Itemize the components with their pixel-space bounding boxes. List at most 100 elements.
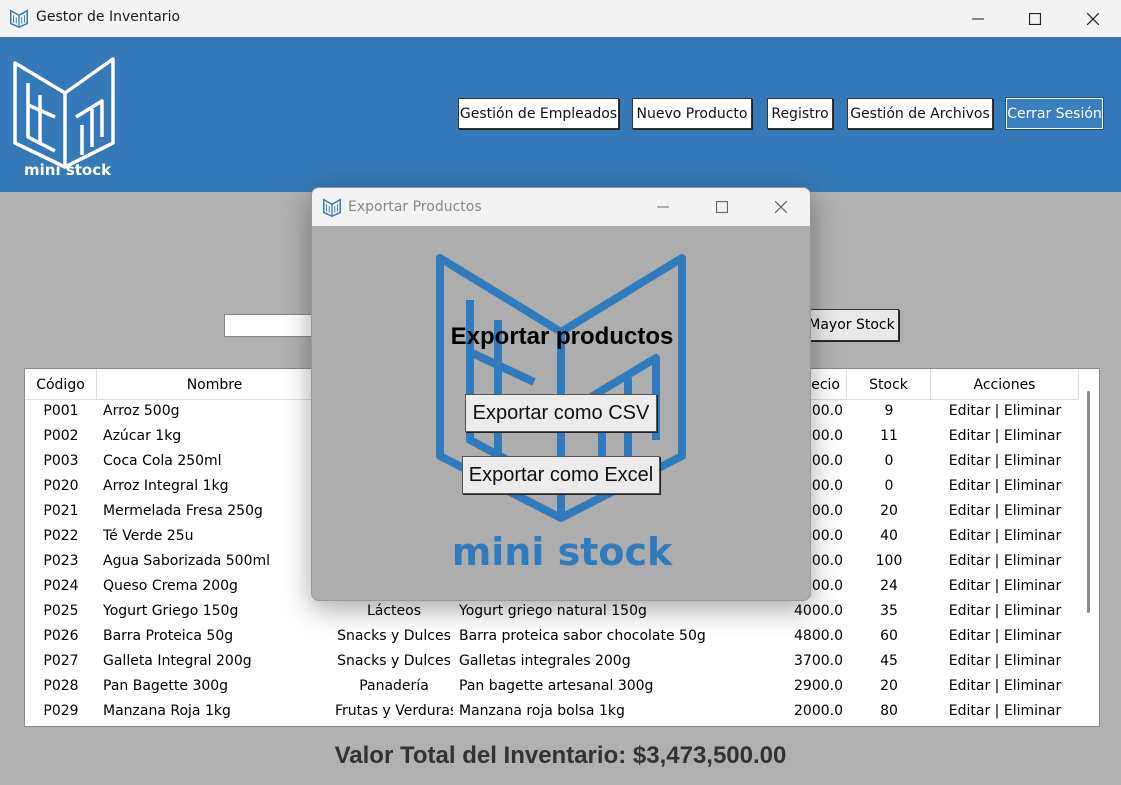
export-csv-button[interactable]: Exportar como CSV (465, 394, 657, 432)
cell-code: P025 (43, 603, 79, 619)
close-icon (775, 201, 787, 213)
cell-code: P026 (43, 628, 79, 644)
column-header-name[interactable]: Nombre (97, 369, 333, 400)
cell-name: Mermelada Fresa 250g (103, 503, 263, 519)
cell-actions[interactable]: Editar | Eliminar (931, 599, 1079, 624)
cell-code: P023 (43, 553, 79, 569)
cell-category: Panadería (359, 678, 429, 694)
cell-code: P002 (43, 428, 79, 444)
table-row[interactable]: P026 Barra Proteica 50g Snacks y Dulces Bar… (25, 624, 1079, 649)
cell-actions[interactable]: Editar | Eliminar (931, 399, 1079, 424)
column-header-actions[interactable]: Acciones (931, 369, 1079, 400)
cell-description: Pan bagette artesanal 300g (459, 678, 654, 694)
table-row[interactable]: P029 Manzana Roja 1kg Frutas y Verduras Man… (25, 699, 1079, 724)
dialog-minimize-button[interactable] (634, 188, 692, 226)
window-titlebar: Gestor de Inventario (0, 0, 1121, 37)
logout-button[interactable]: Cerrar Sesión (1005, 97, 1104, 130)
cell-actions[interactable]: Editar | Eliminar (931, 624, 1079, 649)
close-icon (1087, 12, 1099, 25)
cell-code: P020 (43, 478, 79, 494)
cell-name: Yogurt Griego 150g (103, 603, 239, 619)
table-row[interactable]: P028 Pan Bagette 300g Panadería Pan bagette… (25, 674, 1079, 699)
maximize-icon (1029, 12, 1041, 25)
scrollbar-thumb[interactable] (1087, 391, 1090, 613)
table-row[interactable]: P027 Galleta Integral 200g Snacks y Dulces… (25, 649, 1079, 674)
cell-stock: 20 (880, 678, 898, 694)
employees-button[interactable]: Gestión de Empleados (458, 98, 619, 129)
cell-actions[interactable]: Editar | Eliminar (931, 699, 1079, 724)
cell-name: Arroz Integral 1kg (103, 478, 229, 494)
cell-stock: 11 (880, 428, 898, 444)
cell-code: P029 (43, 703, 79, 719)
table-scrollbar[interactable] (1079, 369, 1099, 726)
cell-stock: 40 (880, 528, 898, 544)
sort-stock-button[interactable]: Mayor Stock (804, 309, 899, 341)
maximize-button[interactable] (1007, 0, 1063, 37)
cell-code: P003 (43, 453, 79, 469)
cell-name: Agua Saborizada 500ml (103, 553, 271, 569)
cell-description: Galletas integrales 200g (459, 653, 631, 669)
dialog-maximize-button[interactable] (693, 188, 751, 226)
dialog-title: Exportar Productos (348, 199, 482, 215)
cell-description: Barra proteica sabor chocolate 50g (459, 628, 706, 644)
cell-name: Barra Proteica 50g (103, 628, 234, 644)
cell-name: Azúcar 1kg (103, 428, 182, 444)
maximize-icon (716, 201, 728, 213)
cell-stock: 9 (884, 403, 894, 419)
register-button[interactable]: Registro (767, 98, 833, 129)
cell-stock: 24 (880, 578, 898, 594)
dialog-app-icon (323, 198, 341, 217)
column-header-code[interactable]: Código (25, 369, 97, 400)
cell-code: P027 (43, 653, 79, 669)
cell-stock: 100 (875, 553, 903, 569)
cell-category: Lácteos (366, 603, 422, 619)
cell-price: 2000.0 (794, 703, 843, 719)
cell-code: P022 (43, 528, 79, 544)
cell-stock: 35 (880, 603, 898, 619)
cell-stock: 45 (880, 653, 898, 669)
column-header-stock[interactable]: Stock (847, 369, 931, 400)
cell-name: Galleta Integral 200g (103, 653, 252, 669)
cell-price: 3700.0 (794, 653, 843, 669)
cell-actions[interactable]: Editar | Eliminar (931, 499, 1079, 524)
cell-price: 2900.0 (794, 678, 843, 694)
cell-actions[interactable]: Editar | Eliminar (931, 574, 1079, 599)
cell-actions[interactable]: Editar | Eliminar (931, 424, 1079, 449)
app-logo-icon (10, 9, 28, 28)
cell-price: 4000.0 (794, 603, 843, 619)
cell-actions[interactable]: Editar | Eliminar (931, 549, 1079, 574)
minimize-button[interactable] (950, 0, 1006, 37)
brand-name: mini stock (24, 161, 112, 179)
cell-name: Pan Bagette 300g (103, 678, 229, 694)
dialog-titlebar: Exportar Productos (312, 188, 810, 226)
cell-actions[interactable]: Editar | Eliminar (931, 674, 1079, 699)
search-input[interactable] (224, 314, 316, 337)
cell-description: Manzana roja bolsa 1kg (459, 703, 625, 719)
cell-name: Té Verde 25u (103, 528, 194, 544)
export-excel-button[interactable]: Exportar como Excel (462, 456, 660, 494)
cell-stock: 0 (884, 478, 894, 494)
cell-code: P021 (43, 503, 79, 519)
cell-actions[interactable]: Editar | Eliminar (931, 524, 1079, 549)
files-button[interactable]: Gestión de Archivos (847, 98, 993, 129)
cell-stock: 80 (880, 703, 898, 719)
cell-category: Snacks y Dulces (337, 653, 451, 669)
dialog-brand-name: mini stock (451, 530, 673, 574)
cell-stock: 0 (884, 453, 894, 469)
dialog-close-button[interactable] (752, 188, 810, 226)
close-button[interactable] (1065, 0, 1121, 37)
cell-actions[interactable]: Editar | Eliminar (931, 474, 1079, 499)
new-product-button[interactable]: Nuevo Producto (632, 98, 752, 129)
cell-name: Coca Cola 250ml (103, 453, 222, 469)
cell-description: Yogurt griego natural 150g (459, 603, 647, 619)
inventory-total: Valor Total del Inventario: $3,473,500.0… (334, 742, 787, 769)
cell-price: 4800.0 (794, 628, 843, 644)
cell-code: P024 (43, 578, 79, 594)
cell-category: Snacks y Dulces (337, 628, 451, 644)
cell-stock: 60 (880, 628, 898, 644)
cell-actions[interactable]: Editar | Eliminar (931, 649, 1079, 674)
cell-name: Manzana Roja 1kg (103, 703, 231, 719)
table-row[interactable]: P025 Yogurt Griego 150g Lácteos Yogurt grie… (25, 599, 1079, 624)
cell-actions[interactable]: Editar | Eliminar (931, 449, 1079, 474)
cell-name: Arroz 500g (103, 403, 180, 419)
